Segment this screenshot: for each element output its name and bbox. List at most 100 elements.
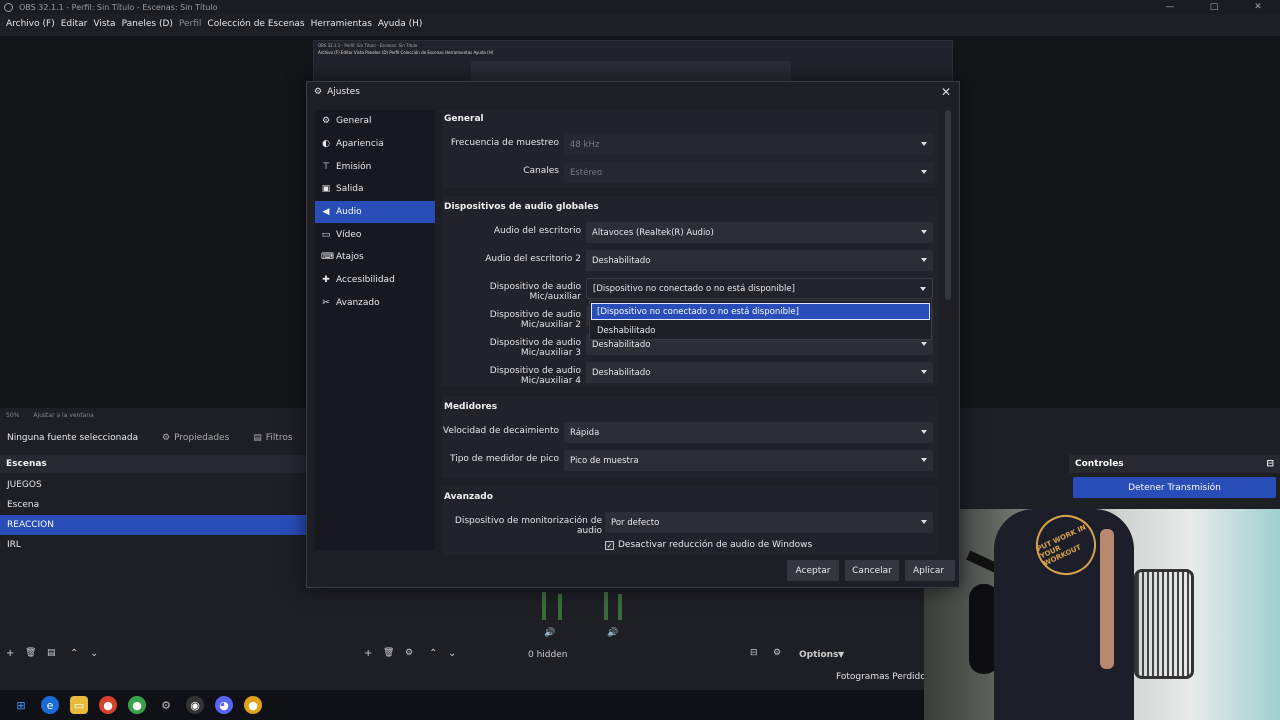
dialog-titlebar: ⚙ Ajustes [307,82,959,102]
minimize-button[interactable]: — [1148,0,1192,14]
mic-aux-select[interactable]: [Dispositivo no conectado o no está disp… [586,278,933,299]
device-value: Deshabilitado [592,339,651,350]
filters-button[interactable]: ▤ Filtros [246,430,299,446]
decay-label: Velocidad de decaimiento [442,426,559,436]
menu-help[interactable]: Ayuda (H) [378,19,428,29]
mic-aux-4-select[interactable]: Deshabilitado [586,362,933,383]
apply-button[interactable]: Aplicar [905,560,955,581]
device-label: Dispositivo de audio Mic/auxiliar [489,282,581,302]
scene-filter-icon[interactable]: ▤ [47,648,56,658]
monitor-value: Por defecto [611,517,660,528]
settings-dialog: ⚙ Ajustes ✕ ⚙ General ◐ Apariencia ⊤ Emisió… [306,81,960,588]
source-settings-icon[interactable]: ⚙ [405,648,413,658]
meter-bar [618,594,622,620]
controls-title: Controles [1075,459,1124,469]
nav-hotkeys[interactable]: ⌨ Atajos [315,246,435,269]
chrome-profile-icon[interactable]: ● [128,696,146,714]
chevron-down-icon [921,170,927,174]
scene-item-selected[interactable]: REACCION [0,515,306,535]
zoom-level[interactable]: 50% [6,412,19,419]
device-value: Deshabilitado [592,367,651,378]
move-up-icon[interactable]: ⌃ [70,648,78,659]
edge-icon[interactable]: e [41,696,59,714]
peak-select[interactable]: Pico de muestra [564,450,933,471]
menu-tools[interactable]: Herramientas [311,19,378,29]
webcam-overlay: PUT WORK IN YOUR WORKOUT [924,509,1280,720]
scene-item[interactable]: Escena [0,495,306,515]
windows-start-icon[interactable]: ⊞ [12,696,30,714]
menu-view[interactable]: Vista [93,19,121,29]
undock-icon[interactable]: ⊟ [1266,459,1274,469]
source-down-icon[interactable]: ⌄ [448,648,456,659]
layout-icon[interactable]: ⊟ [750,648,758,658]
menu-profile[interactable]: Perfil [179,19,208,29]
settings-icon[interactable]: ⚙ [157,696,175,714]
menu-scene-collection[interactable]: Colección de Escenas [207,19,310,29]
gear-icon: ⚙ [321,116,331,127]
decay-select[interactable]: Rápida [564,422,933,443]
source-up-icon[interactable]: ⌃ [429,648,437,659]
transition-icon[interactable]: ⚙ [773,648,781,658]
cancel-button[interactable]: Cancelar [845,560,899,581]
nav-accessibility[interactable]: ✚ Accesibilidad [315,269,435,292]
options-button[interactable]: Options [799,650,838,660]
menu-file[interactable]: Archivo (F) [6,19,61,29]
meter-bar [604,592,608,620]
chrome-icon[interactable]: ● [99,696,117,714]
nav-advanced[interactable]: ✂ Avanzado [315,292,435,315]
device-label: Dispositivo de audio Mic/auxiliar 2 [489,310,581,330]
file-explorer-icon[interactable]: ▭ [70,696,88,714]
channels-value: Estéreo [570,167,603,178]
stop-stream-button[interactable]: Detener Transmisión [1073,477,1276,498]
nav-video[interactable]: ▭ Vídeo [315,223,435,246]
options-chevron-icon: ▼ [838,650,845,659]
nav-label: Accesibilidad [336,275,395,286]
chevron-down-icon [920,287,926,291]
accept-button[interactable]: Aceptar [787,560,839,581]
maximize-button[interactable]: □ [1192,0,1236,14]
desktop-audio-select[interactable]: Altavoces (Realtek(R) Audio) [586,222,933,243]
nav-stream[interactable]: ⊤ Emisión [315,155,435,178]
nav-audio[interactable]: ◀ Audio [315,200,435,224]
hidden-count: 0 hidden [528,650,568,660]
properties-button[interactable]: ⚙ Propiedades [155,430,236,446]
discord-icon[interactable]: ◕ [215,696,233,714]
section-title: General [444,114,484,124]
mic-aux-dropdown-list: [Dispositivo no conectado o no está disp… [589,300,932,340]
chevron-down-icon [921,142,927,146]
dropdown-option[interactable]: Deshabilitado [591,322,930,339]
scene-item[interactable]: IRL [0,535,306,555]
content-scrollbar[interactable] [945,110,951,300]
close-window-button[interactable]: ✕ [1236,0,1280,14]
menu-docks[interactable]: Paneles (D) [122,19,179,29]
sample-rate-value: 48 kHz [570,139,600,150]
remove-source-icon[interactable]: 🗑 [383,648,394,658]
obs-taskbar-icon[interactable]: ◉ [186,696,204,714]
appearance-icon: ◐ [322,139,330,150]
sample-rate-select[interactable]: 48 kHz [564,134,933,155]
zoom-fit[interactable]: Ajustar a la ventana [33,412,94,419]
ducking-checkbox-row[interactable]: ✓ Desactivar reducción de audio de Windo… [605,540,812,550]
volume-icon[interactable]: 🔊 [544,628,555,638]
add-source-icon[interactable]: + [364,648,372,659]
add-scene-icon[interactable]: + [6,648,14,659]
move-down-icon[interactable]: ⌄ [90,648,98,659]
close-icon[interactable]: ✕ [941,85,951,99]
device-value: [Dispositivo no conectado o no está disp… [593,283,795,294]
nav-general[interactable]: ⚙ General [315,110,435,133]
volume-icon[interactable]: 🔊 [607,628,618,638]
speaker-icon: ◀ [322,207,330,218]
monitor-select[interactable]: Por defecto [605,512,933,533]
desktop-audio-2-select[interactable]: Deshabilitado [586,250,933,271]
scene-item[interactable]: JUEGOS [0,475,306,495]
chevron-down-icon [921,342,927,346]
menu-edit[interactable]: Editar [61,19,94,29]
checkbox-checked-icon[interactable]: ✓ [605,540,614,550]
nav-appearance[interactable]: ◐ Apariencia [315,133,435,156]
channels-select[interactable]: Estéreo [564,162,933,183]
dropdown-option-selected[interactable]: [Dispositivo no conectado o no está disp… [591,303,930,320]
nav-output[interactable]: ▣ Salida [315,178,435,201]
remove-scene-icon[interactable]: 🗑 [25,648,36,658]
chrome-icon[interactable]: ● [244,696,262,714]
inner-title: OBS 32.1.1 - Perfil: Sin Título - Escena… [318,43,418,48]
